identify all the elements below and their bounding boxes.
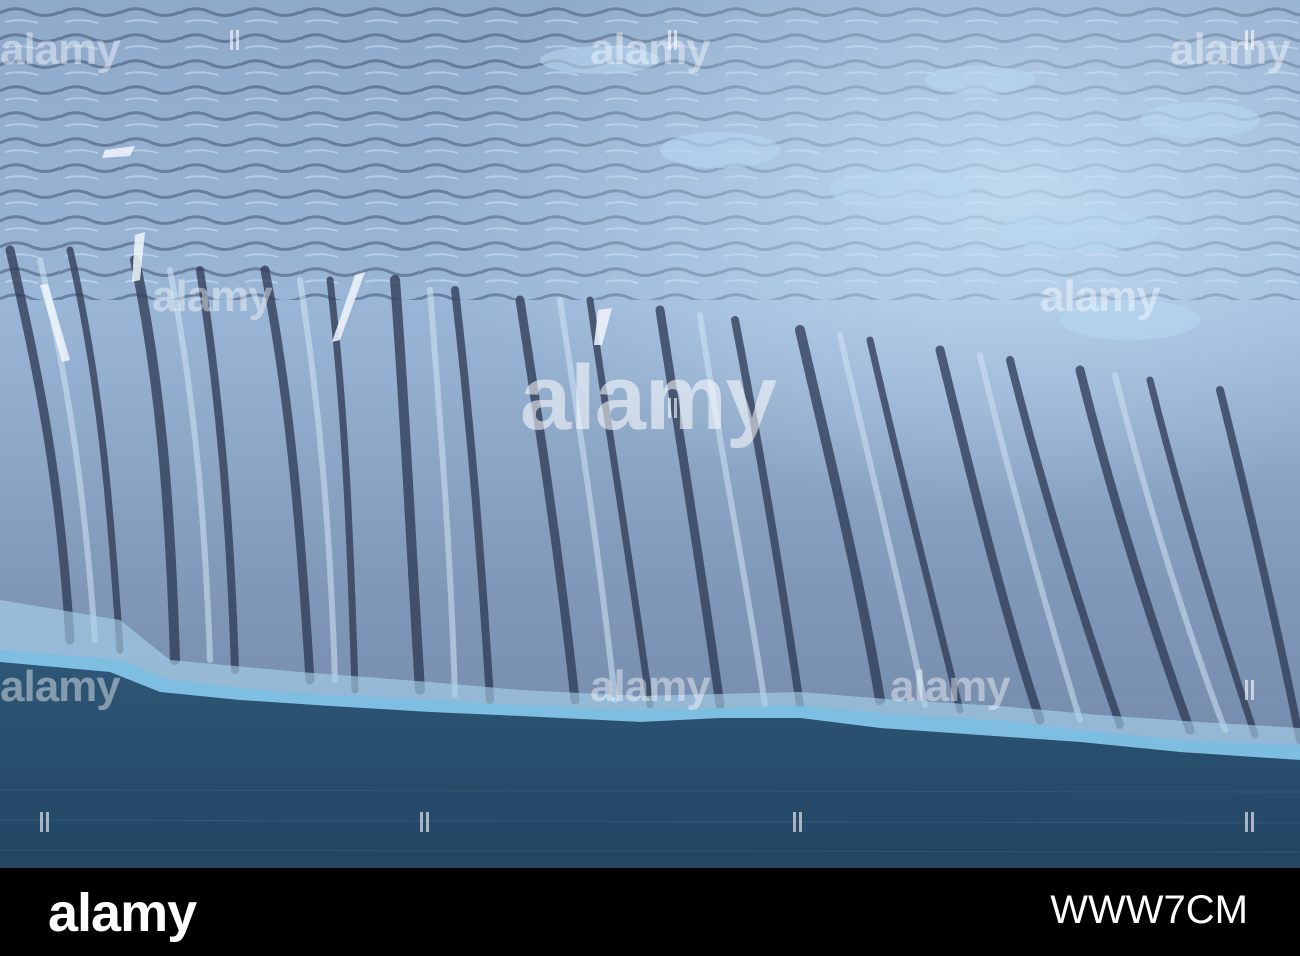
watermark-top-right: alamy (1170, 25, 1291, 74)
watermark-marker (40, 812, 49, 832)
watermark-bottom-center-right: alamy (890, 662, 1011, 711)
watermark-mid-left: alamy (152, 272, 273, 321)
watermark-top-center: alamy (590, 25, 711, 74)
alamy-logo: alamy (48, 883, 197, 943)
watermark-top-left: alamy (0, 25, 121, 74)
watermark-marker (668, 30, 677, 50)
watermark-marker (230, 30, 239, 50)
footer-bar: alamy WWW7CM (0, 868, 1300, 956)
watermark-marker (793, 812, 802, 832)
watermark-center: alamy (520, 347, 777, 449)
watermark-marker (668, 398, 677, 418)
stock-photo-page: alamy alamy alamy alamy alamy alamy alam… (0, 0, 1300, 956)
watermark-mid-right: alamy (1040, 272, 1161, 321)
watermark-marker (420, 812, 429, 832)
watermark-bottom-left: alamy (0, 662, 121, 711)
watermark-marker (1245, 30, 1254, 50)
watermark-bottom-center: alamy (590, 662, 711, 711)
watermark-marker (1245, 812, 1254, 832)
glacier-photo: alamy alamy alamy alamy alamy alamy alam… (0, 0, 1300, 868)
image-id-label: WWW7CM (1050, 888, 1248, 932)
watermark-marker (1245, 680, 1254, 700)
